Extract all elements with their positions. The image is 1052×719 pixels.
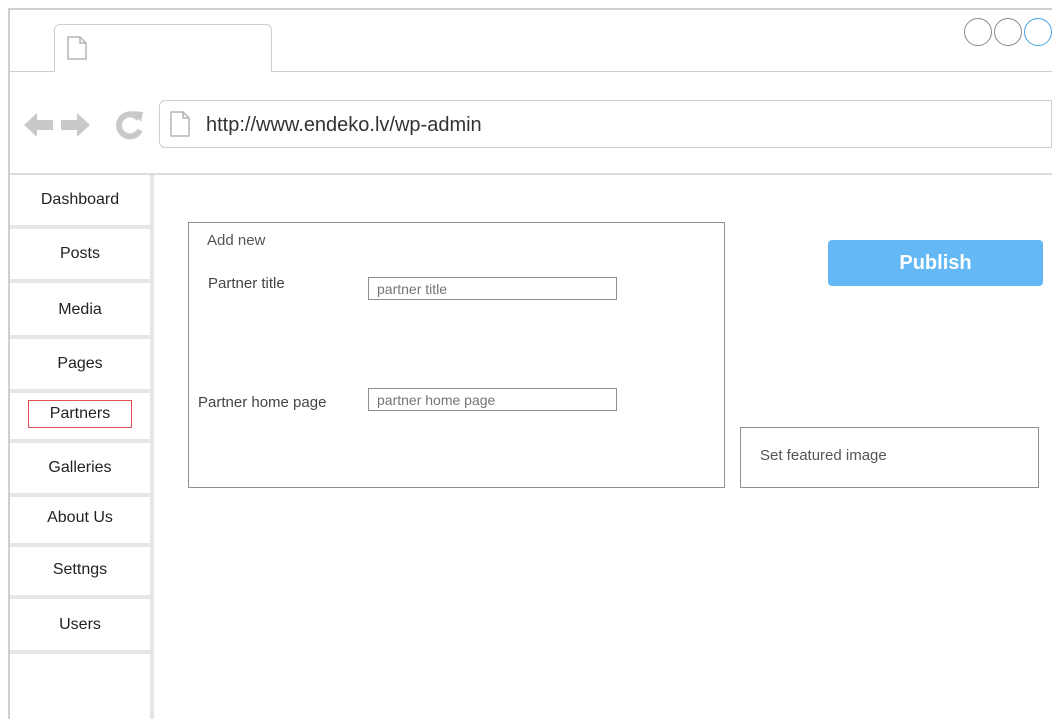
set-featured-image-box[interactable]: Set featured image <box>740 427 1039 488</box>
page-icon <box>170 111 190 142</box>
sidebar-item-settings[interactable]: Settngs <box>10 545 150 599</box>
featured-image-label: Set featured image <box>760 447 887 464</box>
forward-arrow-icon[interactable] <box>60 112 90 143</box>
navigation-bar: http://www.endeko.lv/wp-admin <box>10 72 1052 175</box>
sidebar-item-pages[interactable]: Pages <box>10 339 150 393</box>
sidebar-item-label: Settngs <box>52 561 108 578</box>
sidebar-item-label: Partners <box>28 400 132 428</box>
browser-tab[interactable] <box>54 24 272 72</box>
window-controls <box>964 18 1052 46</box>
partner-home-page-input[interactable] <box>368 388 617 411</box>
partner-title-input[interactable] <box>368 277 617 300</box>
reload-icon[interactable] <box>114 110 144 145</box>
sidebar-item-label: Dashboard <box>40 191 120 208</box>
back-arrow-icon[interactable] <box>24 112 54 143</box>
maximize-button[interactable] <box>994 18 1022 46</box>
sidebar-item-label: About Us <box>47 509 113 526</box>
url-text[interactable]: http://www.endeko.lv/wp-admin <box>206 114 482 137</box>
sidebar-item-users[interactable]: Users <box>10 600 150 654</box>
sidebar-item-media[interactable]: Media <box>10 285 150 339</box>
close-button[interactable] <box>1024 18 1052 46</box>
admin-sidebar: Dashboard Posts Media Pages Partners Gal… <box>10 175 154 719</box>
address-bar[interactable]: http://www.endeko.lv/wp-admin <box>159 100 1052 148</box>
panel-title: Add new <box>207 232 266 249</box>
toolbar-divider <box>10 173 1052 175</box>
sidebar-item-label: Pages <box>57 355 103 372</box>
sidebar-item-label: Galleries <box>48 459 112 476</box>
browser-window: http://www.endeko.lv/wp-admin Dashboard … <box>8 8 1052 719</box>
sidebar-item-label: Users <box>59 616 101 633</box>
add-partner-panel: Add new Partner title Partner home page <box>188 222 725 488</box>
sidebar-item-galleries[interactable]: Galleries <box>10 443 150 497</box>
sidebar-item-label: Posts <box>59 245 100 262</box>
sidebar-item-partners[interactable]: Partners <box>10 389 150 443</box>
tab-strip <box>10 10 1052 72</box>
page-icon <box>67 36 87 65</box>
publish-button[interactable]: Publish <box>828 240 1043 286</box>
partner-title-label: Partner title <box>208 275 285 292</box>
sidebar-item-label: Media <box>58 301 102 318</box>
sidebar-item-about-us[interactable]: About Us <box>10 493 150 547</box>
minimize-button[interactable] <box>964 18 992 46</box>
partner-home-page-label: Partner home page <box>198 394 327 411</box>
sidebar-item-dashboard[interactable]: Dashboard <box>10 175 150 229</box>
sidebar-divider <box>150 175 154 719</box>
sidebar-item-posts[interactable]: Posts <box>10 229 150 283</box>
